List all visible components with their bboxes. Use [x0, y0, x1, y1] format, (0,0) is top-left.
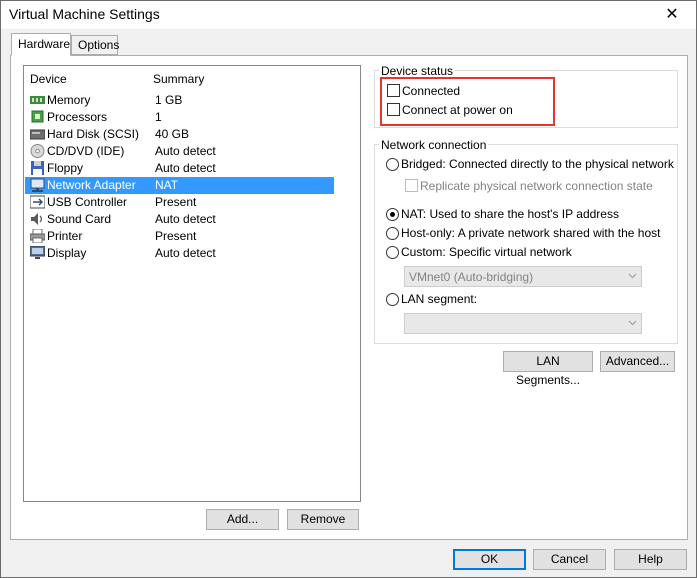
host-only-label[interactable]: Host-only: A private network shared with… — [401, 226, 660, 240]
device-summary: Auto detect — [155, 161, 216, 175]
device-summary: NAT — [155, 178, 179, 192]
host-only-radio[interactable] — [386, 227, 399, 240]
network-adapter-icon — [30, 178, 45, 192]
replicate-state-checkbox[interactable] — [405, 179, 418, 192]
tab-hardware[interactable]: Hardware — [11, 33, 71, 56]
processor-icon — [31, 110, 44, 123]
tab-options[interactable]: Options — [71, 35, 120, 55]
speaker-icon — [31, 213, 43, 225]
device-name: Network Adapter — [47, 178, 136, 192]
device-summary: 40 GB — [155, 127, 190, 141]
replicate-state-label[interactable]: Replicate physical network connection st… — [420, 179, 653, 193]
device-name: CD/DVD (IDE) — [47, 144, 125, 158]
device-summary: 1 — [155, 110, 162, 124]
help-button[interactable]: Help — [614, 549, 687, 570]
close-icon: ✕ — [665, 6, 679, 23]
device-row-sound-card[interactable]: Sound Card Auto detect — [25, 211, 334, 228]
device-summary: Auto detect — [155, 144, 216, 158]
add-device-button[interactable]: Add... — [206, 509, 279, 530]
device-row-hard-disk[interactable]: Hard Disk (SCSI) 40 GB — [25, 126, 334, 143]
chevron-down-icon — [628, 320, 637, 326]
hard-disk-icon — [30, 129, 45, 140]
title-bar: Virtual Machine Settings ✕ — [1, 1, 696, 29]
custom-network-select-value: VMnet0 (Auto-bridging) — [409, 270, 534, 284]
device-summary: 1 GB — [155, 93, 183, 107]
connect-at-power-on-label[interactable]: Connect at power on — [402, 103, 513, 117]
device-name: Processors — [47, 110, 108, 124]
printer-icon — [30, 229, 45, 243]
device-list[interactable]: Device Summary Memory 1 GB Processors 1 … — [23, 65, 361, 502]
monitor-icon — [30, 246, 45, 259]
custom-label[interactable]: Custom: Specific virtual network — [401, 245, 572, 259]
lan-segments-button[interactable]: LAN Segments... — [503, 351, 593, 387]
lan-segment-label[interactable]: LAN segment: — [401, 292, 477, 306]
connected-label[interactable]: Connected — [402, 84, 460, 98]
device-row-printer[interactable]: Printer Present — [25, 228, 334, 245]
device-row-processors[interactable]: Processors 1 — [25, 109, 334, 126]
device-row-display[interactable]: Display Auto detect — [25, 245, 334, 262]
custom-network-select[interactable]: VMnet0 (Auto-bridging) — [404, 266, 642, 287]
network-connection-title: Network connection — [379, 138, 489, 152]
remove-device-button[interactable]: Remove — [287, 509, 359, 530]
device-row-memory[interactable]: Memory 1 GB — [25, 92, 334, 109]
device-name: Hard Disk (SCSI) — [47, 127, 140, 141]
device-summary: Present — [155, 195, 197, 209]
tab-hardware-label: Hardware — [18, 37, 71, 51]
tab-options-label: Options — [78, 38, 120, 52]
column-header-device[interactable]: Device — [30, 72, 67, 86]
nat-label[interactable]: NAT: Used to share the host's IP address — [401, 207, 619, 221]
device-summary: Present — [155, 229, 197, 243]
device-name: Printer — [47, 229, 83, 243]
device-name: Memory — [47, 93, 91, 107]
device-row-floppy[interactable]: Floppy Auto detect — [25, 160, 334, 177]
connect-at-power-on-checkbox[interactable] — [387, 103, 400, 116]
ok-button[interactable]: OK — [453, 549, 526, 570]
chevron-down-icon — [628, 273, 637, 279]
bridged-radio[interactable] — [386, 158, 399, 171]
device-name: Display — [47, 246, 87, 260]
floppy-icon — [31, 161, 44, 175]
cd-dvd-icon — [30, 144, 45, 158]
connected-checkbox[interactable] — [387, 84, 400, 97]
window-title: Virtual Machine Settings — [9, 6, 160, 22]
settings-window: Virtual Machine Settings ✕ Hardware Opti… — [0, 0, 697, 578]
device-name: USB Controller — [47, 195, 128, 209]
lan-segment-select[interactable] — [404, 313, 642, 334]
device-row-cd-dvd[interactable]: CD/DVD (IDE) Auto detect — [25, 143, 334, 160]
device-summary: Auto detect — [155, 212, 216, 226]
device-name: Sound Card — [47, 212, 112, 226]
device-summary: Auto detect — [155, 246, 216, 260]
device-name: Floppy — [47, 161, 84, 175]
device-row-usb-controller[interactable]: USB Controller Present — [25, 194, 334, 211]
memory-icon — [30, 96, 45, 104]
device-status-title: Device status — [379, 64, 456, 78]
bridged-label[interactable]: Bridged: Connected directly to the physi… — [401, 157, 674, 171]
advanced-button[interactable]: Advanced... — [600, 351, 675, 372]
cancel-button[interactable]: Cancel — [533, 549, 606, 570]
lan-segment-radio[interactable] — [386, 293, 399, 306]
custom-radio[interactable] — [386, 246, 399, 259]
close-button[interactable]: ✕ — [654, 1, 690, 29]
nat-radio[interactable] — [386, 208, 399, 221]
usb-icon — [30, 195, 45, 209]
device-row-network-adapter[interactable]: Network Adapter NAT — [25, 177, 334, 194]
column-header-summary[interactable]: Summary — [153, 72, 204, 86]
